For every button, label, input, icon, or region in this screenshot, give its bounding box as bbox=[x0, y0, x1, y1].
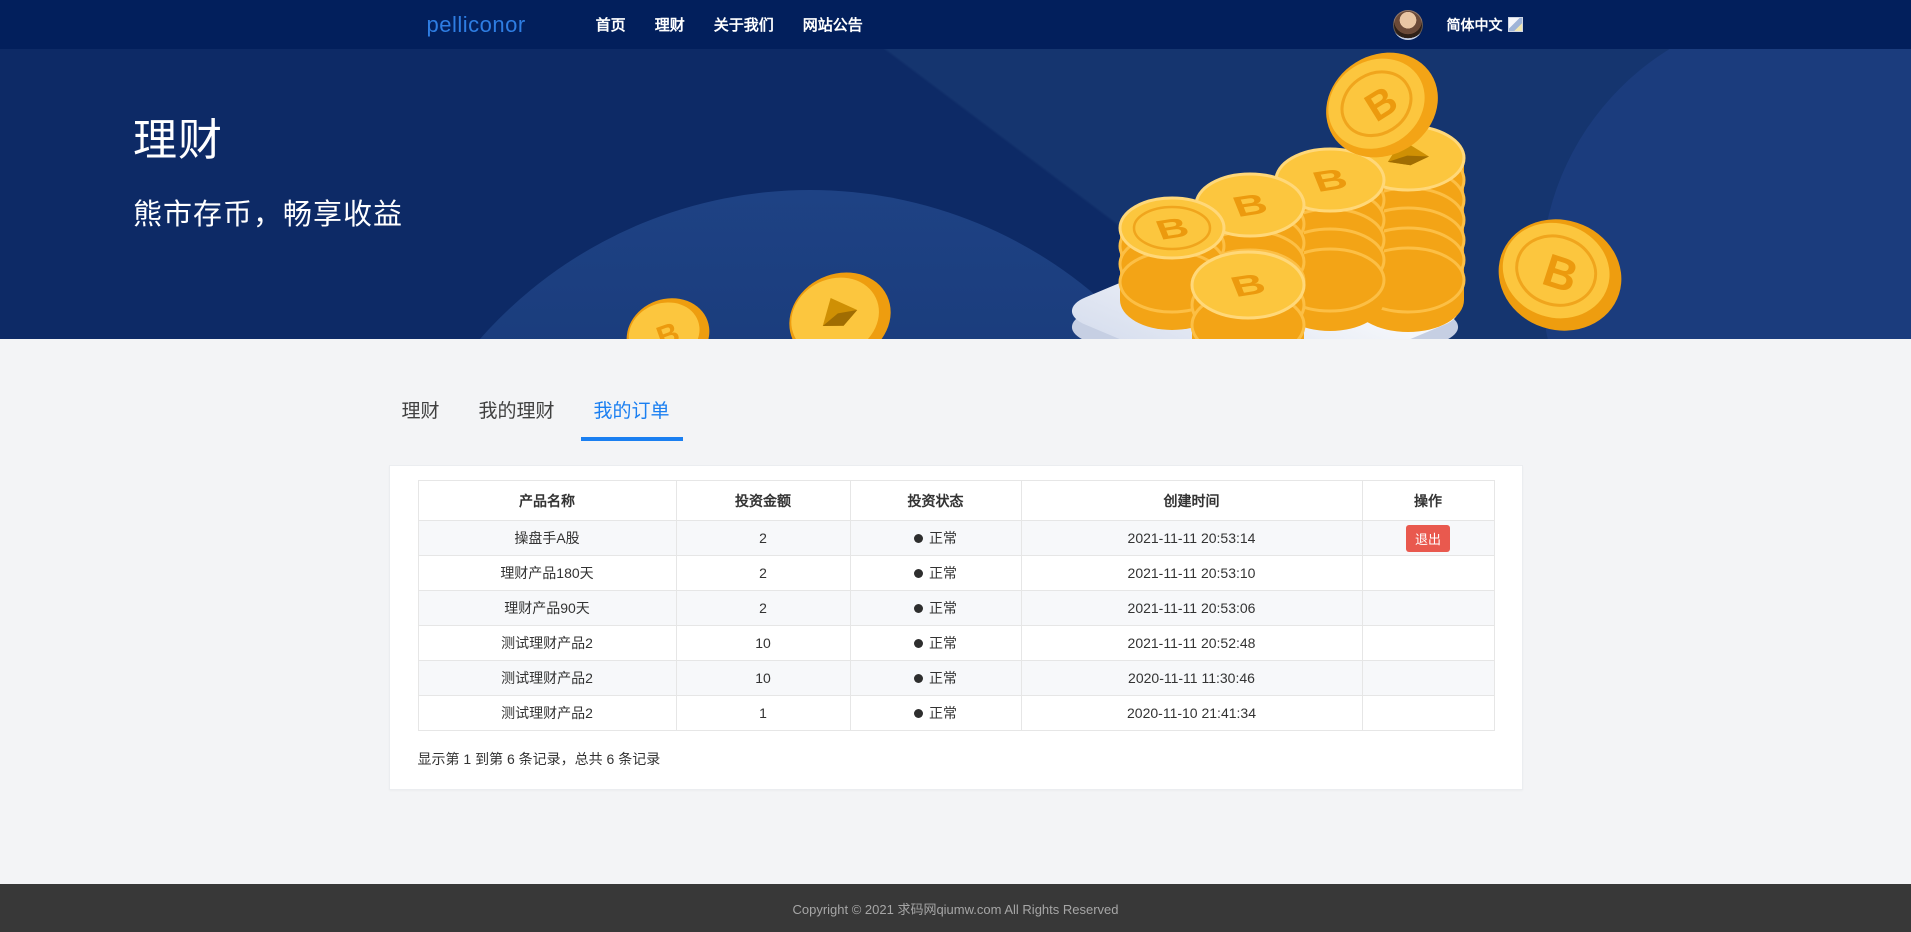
cell-product: 测试理财产品2 bbox=[418, 696, 676, 731]
exit-button[interactable]: 退出 bbox=[1406, 525, 1450, 552]
language-flag-icon bbox=[1508, 17, 1523, 32]
status-text: 正常 bbox=[929, 563, 957, 583]
hero-content: 理财 熊市存币，畅享收益 bbox=[133, 104, 403, 233]
cell-created: 2021-11-11 20:53:14 bbox=[1021, 521, 1362, 556]
cell-status: 正常 bbox=[850, 661, 1021, 696]
cell-created: 2021-11-11 20:52:48 bbox=[1021, 626, 1362, 661]
language-selector[interactable]: 简体中文 bbox=[1447, 15, 1503, 35]
status-dot-icon bbox=[914, 569, 923, 578]
tab-licai[interactable]: 理财 bbox=[389, 396, 453, 441]
cell-amount: 2 bbox=[676, 521, 850, 556]
orders-table: 产品名称投资金额投资状态创建时间操作 操盘手A股2 正常 2021-11-11 20… bbox=[418, 480, 1495, 731]
table-row: 测试理财产品210 正常 2021-11-11 20:52:48 bbox=[418, 626, 1494, 661]
cell-action bbox=[1362, 661, 1494, 696]
cell-amount: 10 bbox=[676, 626, 850, 661]
nav-item-announcements[interactable]: 网站公告 bbox=[803, 14, 863, 35]
content-area: 理财我的理财我的订单 产品名称投资金额投资状态创建时间操作 操盘手A股2 正常 20… bbox=[0, 339, 1911, 884]
cell-action bbox=[1362, 626, 1494, 661]
status-dot-icon bbox=[914, 709, 923, 718]
brand-logo[interactable]: pelliconor bbox=[427, 12, 526, 38]
cell-created: 2020-11-10 21:41:34 bbox=[1021, 696, 1362, 731]
cell-product: 理财产品180天 bbox=[418, 556, 676, 591]
cell-action bbox=[1362, 591, 1494, 626]
cell-amount: 2 bbox=[676, 556, 850, 591]
nav-links: 首页 理财 关于我们 网站公告 bbox=[596, 14, 863, 35]
column-header: 操作 bbox=[1362, 481, 1494, 521]
cell-status: 正常 bbox=[850, 591, 1021, 626]
nav-item-about[interactable]: 关于我们 bbox=[714, 14, 774, 35]
column-header: 产品名称 bbox=[418, 481, 676, 521]
orders-card: 产品名称投资金额投资状态创建时间操作 操盘手A股2 正常 2021-11-11 20… bbox=[389, 465, 1523, 790]
cell-amount: 1 bbox=[676, 696, 850, 731]
cell-status: 正常 bbox=[850, 556, 1021, 591]
copyright-text: Copyright © 2021 求码网qiumw.com All Rights… bbox=[792, 899, 1118, 918]
cell-status: 正常 bbox=[850, 521, 1021, 556]
cell-action bbox=[1362, 696, 1494, 731]
cell-amount: 2 bbox=[676, 591, 850, 626]
status-badge: 正常 bbox=[914, 563, 957, 583]
table-row: 测试理财产品210 正常 2020-11-11 11:30:46 bbox=[418, 661, 1494, 696]
tab-my-licai[interactable]: 我的理财 bbox=[466, 396, 568, 441]
column-header: 投资金额 bbox=[676, 481, 850, 521]
cell-action: 退出 bbox=[1362, 521, 1494, 556]
cell-product: 测试理财产品2 bbox=[418, 626, 676, 661]
status-text: 正常 bbox=[929, 633, 957, 653]
status-dot-icon bbox=[914, 639, 923, 648]
page-footer: Copyright © 2021 求码网qiumw.com All Rights… bbox=[0, 884, 1911, 932]
cell-created: 2021-11-11 20:53:10 bbox=[1021, 556, 1362, 591]
tab-my-orders[interactable]: 我的订单 bbox=[581, 396, 683, 441]
table-row: 测试理财产品21 正常 2020-11-10 21:41:34 bbox=[418, 696, 1494, 731]
cell-status: 正常 bbox=[850, 626, 1021, 661]
cell-product: 操盘手A股 bbox=[418, 521, 676, 556]
cell-created: 2021-11-11 20:53:06 bbox=[1021, 591, 1362, 626]
cell-product: 理财产品90天 bbox=[418, 591, 676, 626]
status-text: 正常 bbox=[929, 703, 957, 723]
records-summary: 显示第 1 到第 6 条记录，总共 6 条记录 bbox=[418, 749, 1494, 769]
status-badge: 正常 bbox=[914, 598, 957, 618]
status-badge: 正常 bbox=[914, 668, 957, 688]
navbar: pelliconor 首页 理财 关于我们 网站公告 简体中文 bbox=[0, 0, 1911, 49]
column-header: 投资状态 bbox=[850, 481, 1021, 521]
status-badge: 正常 bbox=[914, 703, 957, 723]
cell-product: 测试理财产品2 bbox=[418, 661, 676, 696]
tab-bar: 理财我的理财我的订单 bbox=[389, 396, 1523, 441]
table-row: 理财产品180天2 正常 2021-11-11 20:53:10 bbox=[418, 556, 1494, 591]
hero-banner: B B B B bbox=[0, 49, 1911, 339]
status-badge: 正常 bbox=[914, 633, 957, 653]
status-text: 正常 bbox=[929, 528, 957, 548]
status-text: 正常 bbox=[929, 598, 957, 618]
status-text: 正常 bbox=[929, 668, 957, 688]
nav-item-licai[interactable]: 理财 bbox=[655, 14, 685, 35]
table-row: 操盘手A股2 正常 2021-11-11 20:53:14 退出 bbox=[418, 521, 1494, 556]
status-badge: 正常 bbox=[914, 528, 957, 548]
column-header: 创建时间 bbox=[1021, 481, 1362, 521]
table-header-row: 产品名称投资金额投资状态创建时间操作 bbox=[418, 481, 1494, 521]
cell-action bbox=[1362, 556, 1494, 591]
cell-amount: 10 bbox=[676, 661, 850, 696]
table-row: 理财产品90天2 正常 2021-11-11 20:53:06 bbox=[418, 591, 1494, 626]
crypto-coins-illustration: B B B B bbox=[620, 49, 1680, 339]
nav-right: 简体中文 bbox=[1393, 10, 1523, 40]
orders-table-body: 操盘手A股2 正常 2021-11-11 20:53:14 退出理财产品180天2 正常… bbox=[418, 521, 1494, 731]
status-dot-icon bbox=[914, 674, 923, 683]
nav-item-home[interactable]: 首页 bbox=[596, 14, 626, 35]
cell-created: 2020-11-11 11:30:46 bbox=[1021, 661, 1362, 696]
page-subtitle: 熊市存币，畅享收益 bbox=[133, 191, 403, 233]
page-title: 理财 bbox=[133, 104, 403, 168]
user-avatar[interactable] bbox=[1393, 10, 1423, 40]
cell-status: 正常 bbox=[850, 696, 1021, 731]
status-dot-icon bbox=[914, 604, 923, 613]
status-dot-icon bbox=[914, 534, 923, 543]
